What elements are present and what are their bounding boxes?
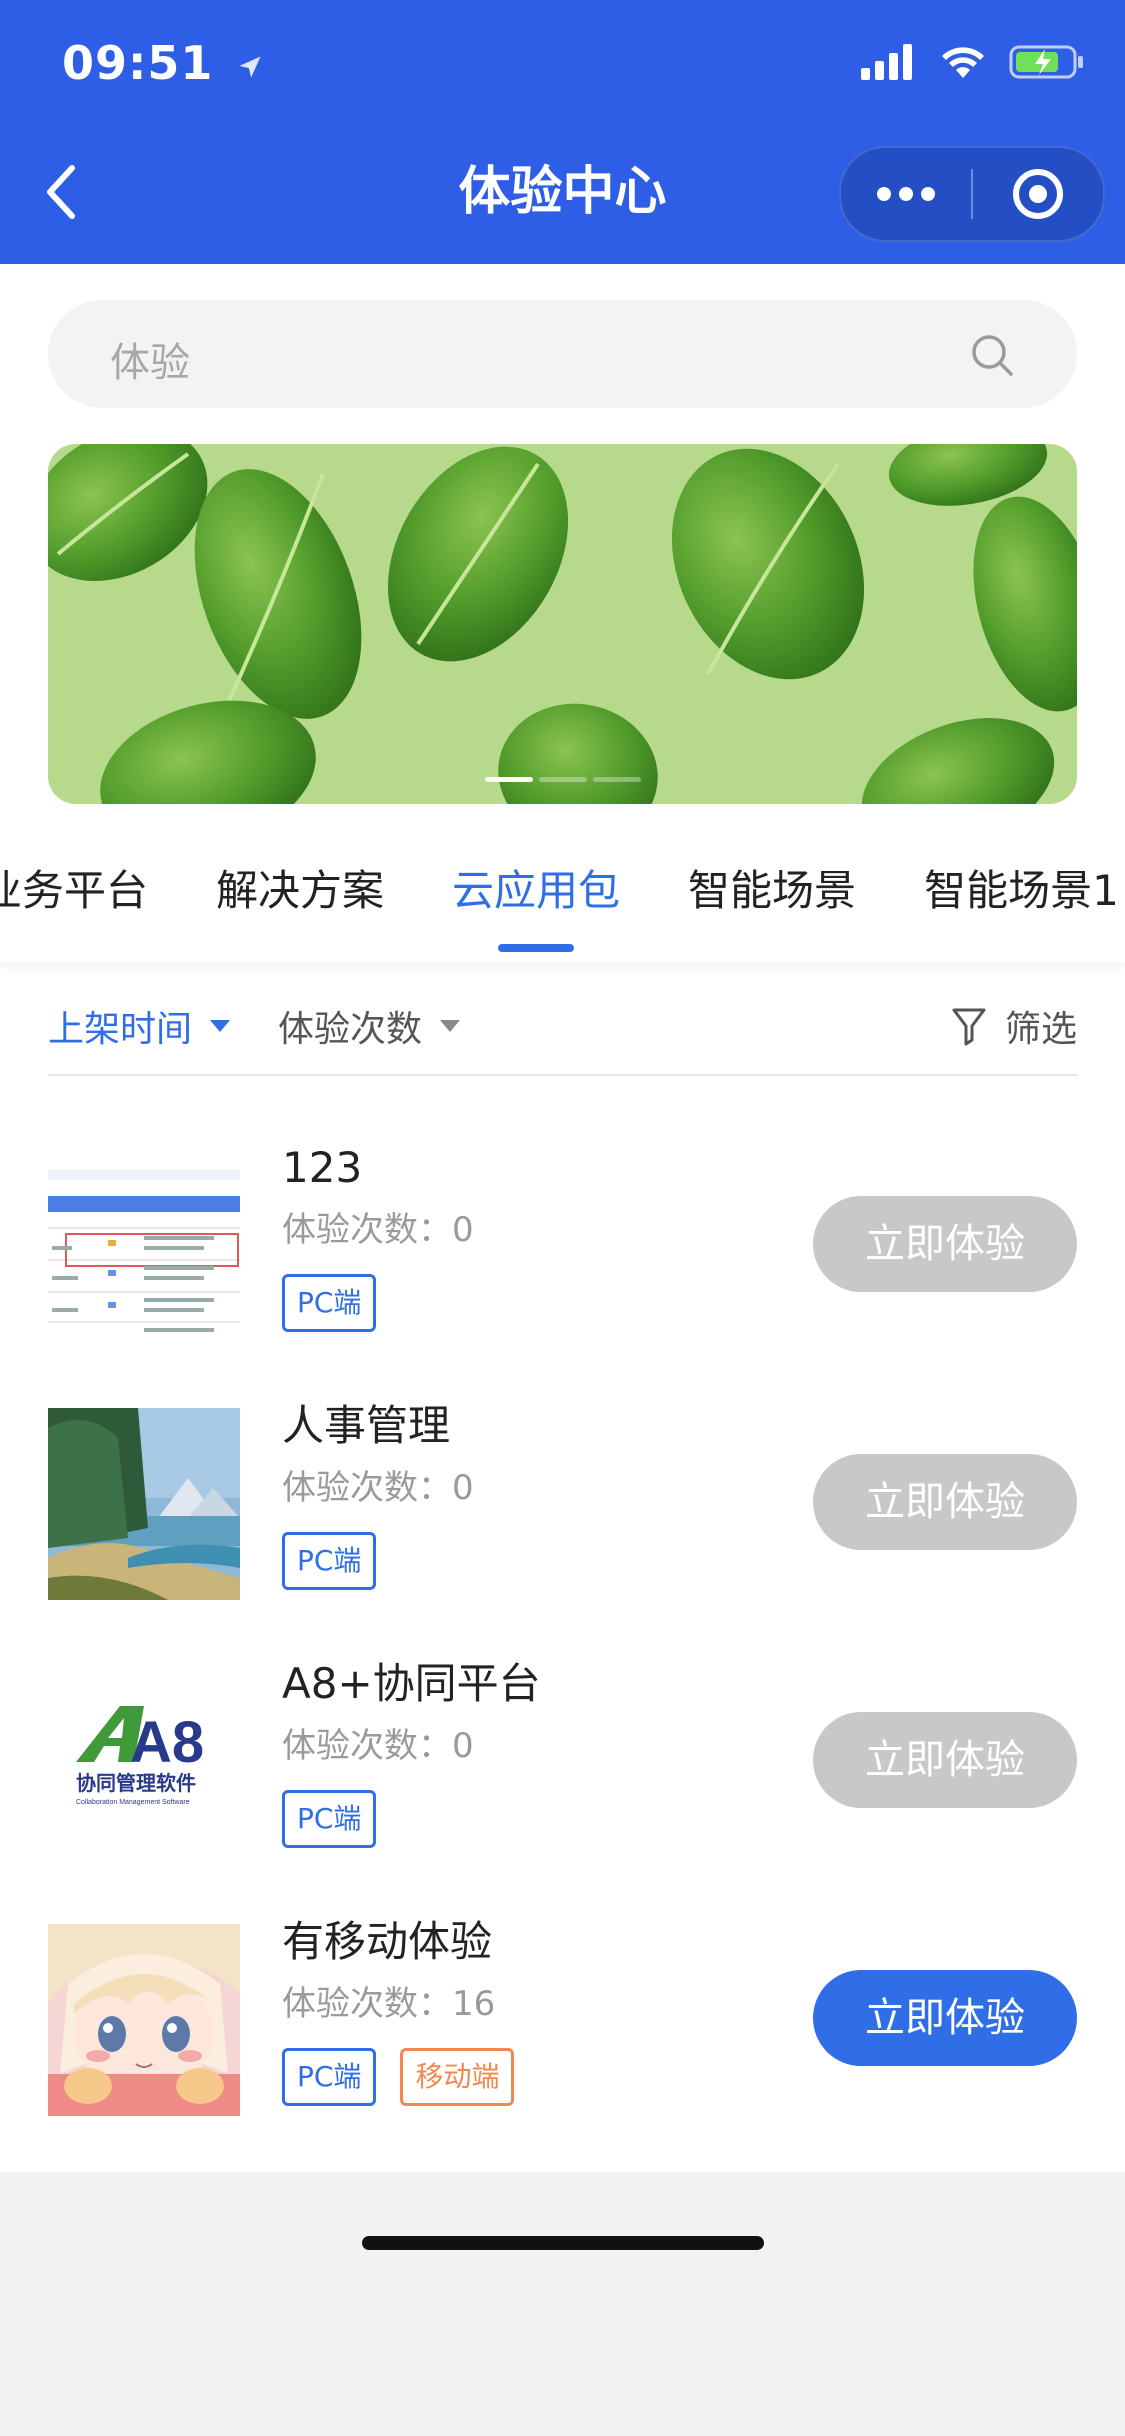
tag-mobile: 移动端 [400,2048,515,2106]
caret-down-icon [210,1020,231,1032]
tab-smart-scenarios[interactable]: 智能场景 [654,820,890,962]
tag-pc: PC端 [282,1532,377,1590]
try-now-button[interactable]: 立即体验 [813,1970,1077,2066]
tag-pc: PC端 [282,1274,377,1332]
banner-carousel[interactable] [48,444,1077,804]
item-tags: PC端 [282,1532,474,1590]
more-button[interactable] [841,148,971,240]
item-count: 体验次数：16 [282,1982,514,2026]
tab-business-platform[interactable]: 业务平台 [0,820,182,962]
count-label: 体验次数： [282,1468,452,1508]
item-info: A8+协同平台 体验次数：0 PC端 [282,1654,541,1848]
item-thumbnail [48,1924,240,2116]
sort-bar: 上架时间 体验次数 筛选 [48,962,1077,1076]
lake-forest-image [48,1408,240,1600]
try-now-button[interactable]: 立即体验 [813,1454,1077,1550]
top-header: 09:51 体验中心 [0,0,1125,264]
carousel-dot [538,777,587,782]
a8-logo-cn: 协同管理软件 [76,1771,196,1795]
target-circle-icon [1013,169,1063,219]
list-item[interactable]: 有移动体验 体验次数：16 PC端 移动端 立即体验 [0,1894,1125,2152]
carousel-dot [592,777,641,782]
carousel-indicator [48,777,1077,782]
tab-solutions[interactable]: 解决方案 [182,820,418,962]
item-info: 人事管理 体验次数：0 PC端 [282,1396,474,1590]
app-package-list: 123 体验次数：0 PC端 立即体验 人事管理 体验次数：0 PC端 立即体验… [0,1120,1125,2152]
count-label: 体验次数： [282,1984,452,2024]
filter-funnel-icon [952,1008,986,1046]
table-screenshot-image [48,1150,240,1342]
mini-program-capsule [839,146,1105,242]
item-tags: PC端 移动端 [282,2048,515,2106]
status-icons [861,44,1085,80]
status-time: 09:51 [62,36,264,90]
tab-strip: 业务平台 解决方案 云应用包 智能场景 智能场景1 [0,820,1125,962]
item-thumbnail [48,1150,240,1342]
filter-label: 筛选 [1004,1009,1077,1050]
close-mini-program-button[interactable] [973,148,1103,240]
basil-leaves-image [48,444,1077,804]
search-bar[interactable]: 体验 [48,300,1077,408]
item-title: 人事管理 [282,1401,451,1450]
count-value: 0 [452,1468,474,1508]
a8-logo: A8 协同管理软件 Collaboration Management Softw… [48,1666,240,1858]
search-placeholder: 体验 [110,340,190,386]
sort-experience-count-label: 体验次数 [278,1009,423,1050]
item-title: A8+协同平台 [282,1659,541,1708]
tag-pc: PC端 [282,2048,377,2106]
sort-shelf-time-label: 上架时间 [48,1009,193,1050]
item-thumbnail: A8 协同管理软件 Collaboration Management Softw… [48,1666,240,1858]
item-count: 体验次数：0 [282,1724,541,1768]
a8-logo-mark: A8 [130,1710,204,1775]
location-arrow-icon [239,56,261,77]
list-item[interactable]: 123 体验次数：0 PC端 立即体验 [0,1120,1125,1378]
list-item[interactable]: 人事管理 体验次数：0 PC端 立即体验 [0,1378,1125,1636]
count-label: 体验次数： [282,1726,452,1766]
battery-icon [1009,45,1083,79]
wifi-icon [942,47,984,78]
home-indicator [362,2236,764,2250]
count-value: 0 [452,1726,474,1766]
count-label: 体验次数： [282,1210,452,1250]
more-dots-icon [877,187,935,201]
sort-experience-count[interactable]: 体验次数 [278,1000,461,1052]
item-thumbnail [48,1408,240,1600]
try-now-button[interactable]: 立即体验 [813,1196,1077,1292]
tab-smart-scenarios-1[interactable]: 智能场景1 [890,820,1125,962]
item-info: 有移动体验 体验次数：16 PC端 移动端 [282,1912,515,2106]
item-count: 体验次数：0 [282,1208,474,1252]
try-now-button[interactable]: 立即体验 [813,1712,1077,1808]
carousel-dot-active [484,777,533,782]
anime-girl-image [48,1924,240,2116]
tag-pc: PC端 [282,1790,377,1848]
count-value: 0 [452,1210,474,1250]
item-count: 体验次数：0 [282,1466,474,1510]
item-title: 123 [282,1143,363,1192]
item-info: 123 体验次数：0 PC端 [282,1138,474,1332]
signal-icon [861,44,912,80]
filter-button[interactable]: 筛选 [951,1000,1077,1052]
item-tags: PC端 [282,1274,474,1332]
category-tabs: 业务平台 解决方案 云应用包 智能场景 智能场景1 [0,820,1125,962]
count-value: 16 [452,1984,496,2024]
sort-shelf-time[interactable]: 上架时间 [48,1000,231,1052]
search-icon[interactable] [969,332,1015,378]
item-tags: PC端 [282,1790,541,1848]
time-text: 09:51 [62,36,214,90]
list-item[interactable]: A8 协同管理软件 Collaboration Management Softw… [0,1636,1125,1894]
a8-logo-en: Collaboration Management Software [76,1799,190,1806]
caret-down-icon [440,1020,461,1032]
tab-cloud-app-package[interactable]: 云应用包 [418,820,654,962]
item-title: 有移动体验 [282,1917,493,1966]
